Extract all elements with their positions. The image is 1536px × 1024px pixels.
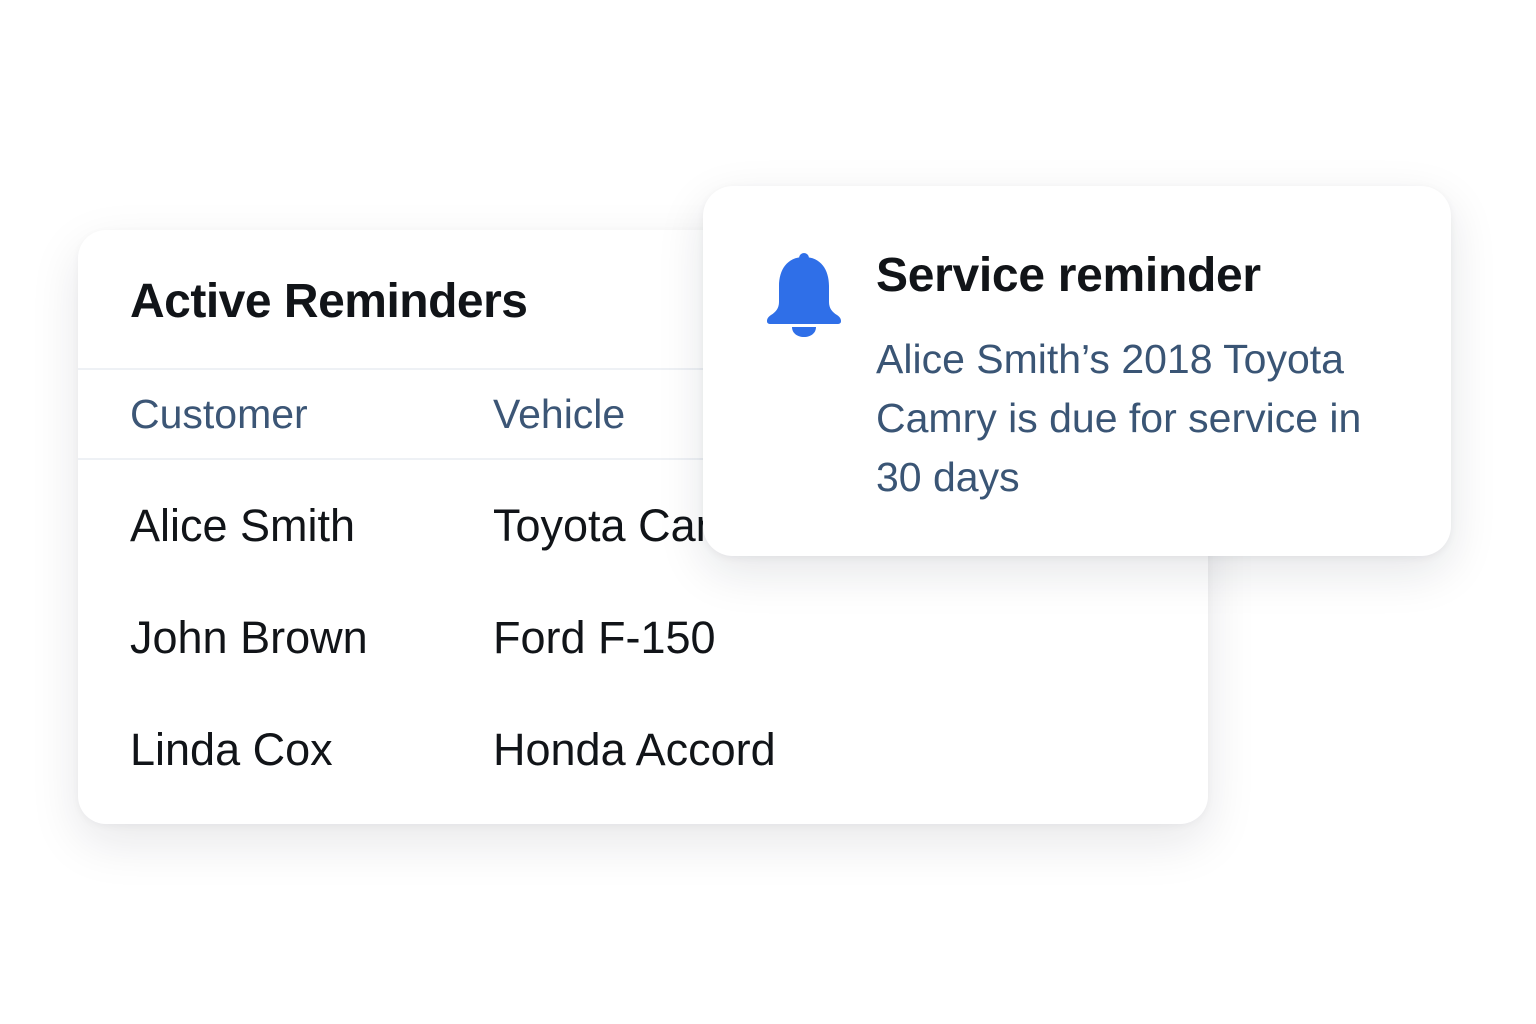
service-reminder-notification[interactable]: Service reminder Alice Smith’s 2018 Toyo… xyxy=(703,186,1451,556)
card-title: Active Reminders xyxy=(130,274,528,328)
table-row[interactable]: John Brown Ford F-150 xyxy=(78,582,1208,694)
notification-title: Service reminder xyxy=(876,249,1261,302)
notification-message: Alice Smith’s 2018 Toyota Camry is due f… xyxy=(876,336,1362,500)
vehicle-cell: Ford F-150 xyxy=(493,612,716,663)
vehicle-cell: Honda Accord xyxy=(493,724,776,775)
customer-cell: Linda Cox xyxy=(130,724,333,775)
column-header-customer[interactable]: Customer xyxy=(130,391,493,438)
stage: Active Reminders Customer Vehicle Alice … xyxy=(0,0,1536,1024)
customer-cell: Alice Smith xyxy=(130,500,356,551)
customer-cell: John Brown xyxy=(130,612,368,663)
bell-icon xyxy=(765,252,843,338)
table-row[interactable]: Linda Cox Honda Accord xyxy=(78,694,1208,806)
